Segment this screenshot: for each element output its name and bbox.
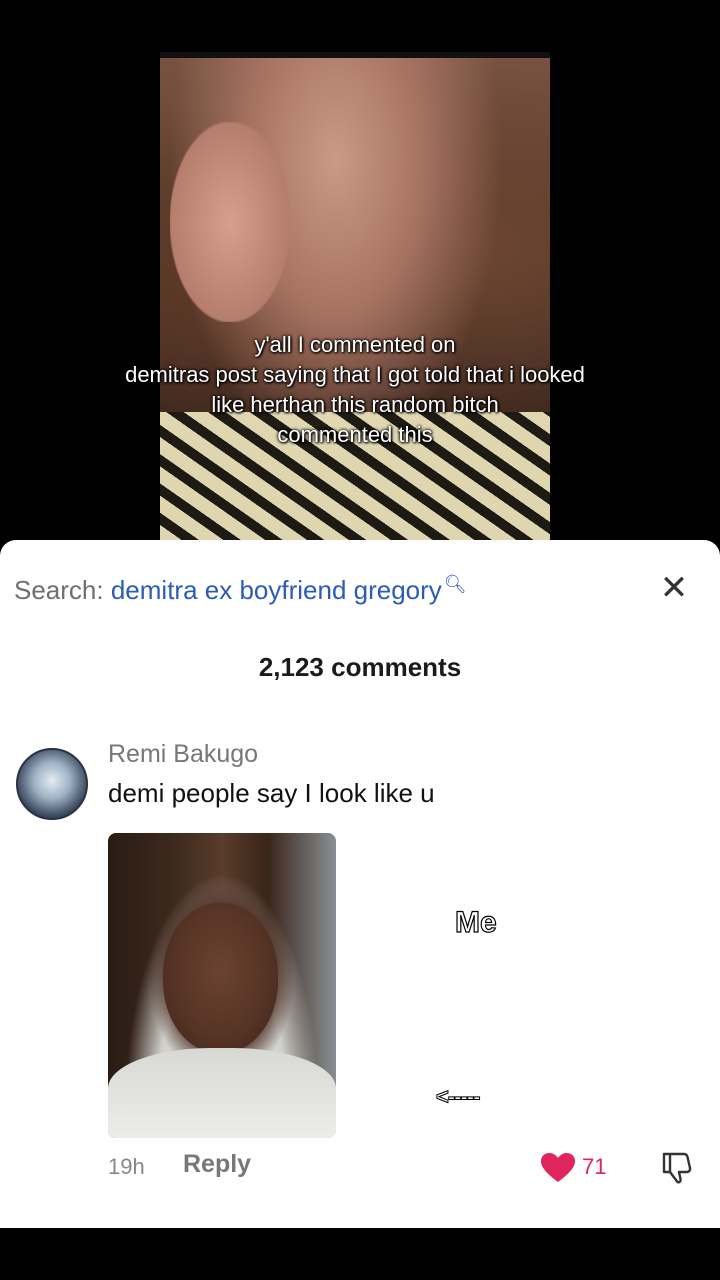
comments-count: 2,123 comments <box>258 652 462 682</box>
overlay-arrow-text: <----- <box>435 1084 481 1110</box>
search-suggestion[interactable]: Search: demitra ex boyfriend gregory 🔍︎ <box>14 570 706 610</box>
close-icon[interactable]: ✕ <box>658 571 690 605</box>
caption-line: demitras post saying that I got told tha… <box>125 362 585 387</box>
comments-sheet: Search: demitra ex boyfriend gregory 🔍︎ ✕… <box>0 540 720 1228</box>
comment-photo[interactable] <box>108 833 336 1138</box>
avatar[interactable] <box>16 748 88 820</box>
caption-line: like herthan this random bitch <box>211 392 499 417</box>
caption-line: commented this <box>277 422 433 447</box>
video-caption: y'all I commented on demitras post sayin… <box>60 330 650 450</box>
video-hand <box>170 122 290 322</box>
photo-face <box>163 903 278 1053</box>
comment-time: 19h <box>108 1154 145 1179</box>
caption-line: y'all I commented on <box>254 332 456 357</box>
bottom-bar <box>0 1228 720 1280</box>
thumbs-down-icon <box>662 1152 692 1184</box>
search-prefix: Search: <box>14 575 104 605</box>
video-top-strip <box>160 52 550 58</box>
reply-button[interactable]: Reply <box>183 1150 251 1179</box>
video-frame <box>160 52 550 542</box>
search-query-link[interactable]: demitra ex boyfriend gregory <box>111 575 442 605</box>
heart-icon <box>541 1153 575 1182</box>
overlay-text-me: Me <box>454 905 497 939</box>
photo-shirt <box>108 1048 336 1138</box>
dislike-button[interactable] <box>658 1150 694 1191</box>
like-count: 71 <box>582 1154 607 1179</box>
comment-username[interactable]: Remi Bakugo <box>108 740 258 769</box>
comment-text: demi people say I look like u <box>108 778 435 808</box>
search-icon: 🔍︎ <box>443 574 467 594</box>
